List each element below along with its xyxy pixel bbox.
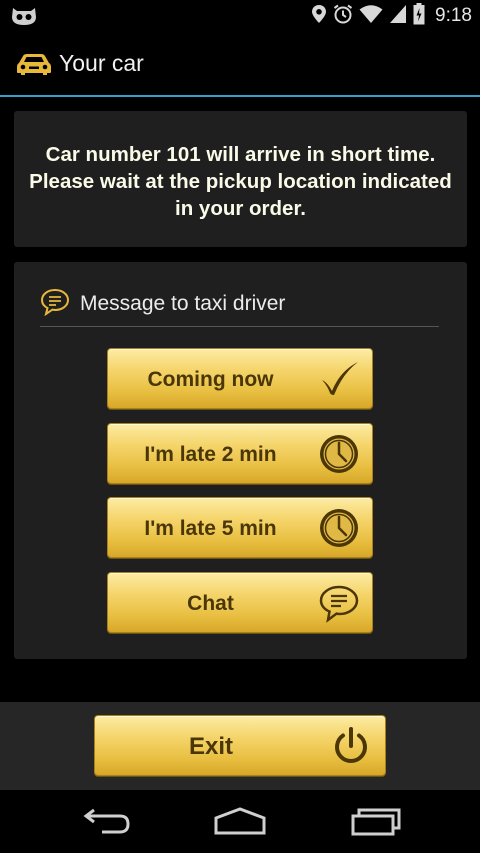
- speech-bubble-icon: [40, 288, 70, 320]
- clock-icon: [318, 433, 360, 475]
- arrival-message-line-2: Please wait at the pickup location indic…: [29, 170, 452, 193]
- coming-now-button[interactable]: Coming now: [107, 348, 373, 409]
- car-icon: [16, 52, 52, 80]
- late-2-min-button[interactable]: I'm late 2 min: [107, 423, 373, 484]
- action-bar: Your car: [0, 32, 480, 96]
- coming-now-label: Coming now: [147, 368, 274, 391]
- checkmark-icon: [318, 358, 360, 400]
- late-2-min-label: I'm late 2 min: [144, 443, 277, 466]
- back-icon[interactable]: [78, 804, 138, 840]
- home-icon[interactable]: [210, 804, 270, 840]
- late-5-min-label: I'm late 5 min: [144, 517, 277, 540]
- arrival-message: Car number 101 will arrive in short time…: [14, 141, 467, 222]
- power-icon: [331, 726, 371, 766]
- message-header-divider: [40, 326, 439, 327]
- arrival-message-line-3: in your order.: [175, 197, 306, 220]
- exit-button[interactable]: Exit: [94, 715, 386, 776]
- status-bar: 9:18: [0, 0, 480, 32]
- action-bar-divider: [0, 95, 480, 97]
- chat-button[interactable]: Chat: [107, 572, 373, 633]
- exit-label: Exit: [188, 733, 233, 760]
- message-header-label: Message to taxi driver: [80, 292, 286, 315]
- signal-icon: [389, 4, 407, 28]
- clock-icon: [318, 507, 360, 549]
- location-pin-icon: [311, 4, 327, 28]
- message-header: Message to taxi driver: [40, 288, 286, 320]
- status-icons: 9:18: [311, 0, 472, 32]
- arrival-info-panel: Car number 101 will arrive in short time…: [14, 111, 467, 247]
- cyanogen-mod-icon: [10, 5, 38, 31]
- late-5-min-button[interactable]: I'm late 5 min: [107, 497, 373, 558]
- arrival-message-line-1: Car number 101 will arrive in short time…: [45, 143, 436, 166]
- battery-icon: [413, 3, 425, 29]
- recent-apps-icon[interactable]: [345, 804, 405, 840]
- navigation-bar: [0, 790, 480, 853]
- chat-label: Chat: [187, 592, 234, 615]
- status-time: 9:18: [435, 5, 472, 26]
- page-title: Your car: [59, 50, 144, 76]
- wifi-icon: [359, 4, 383, 28]
- alarm-icon: [333, 4, 353, 28]
- chat-bubble-icon: [318, 582, 360, 624]
